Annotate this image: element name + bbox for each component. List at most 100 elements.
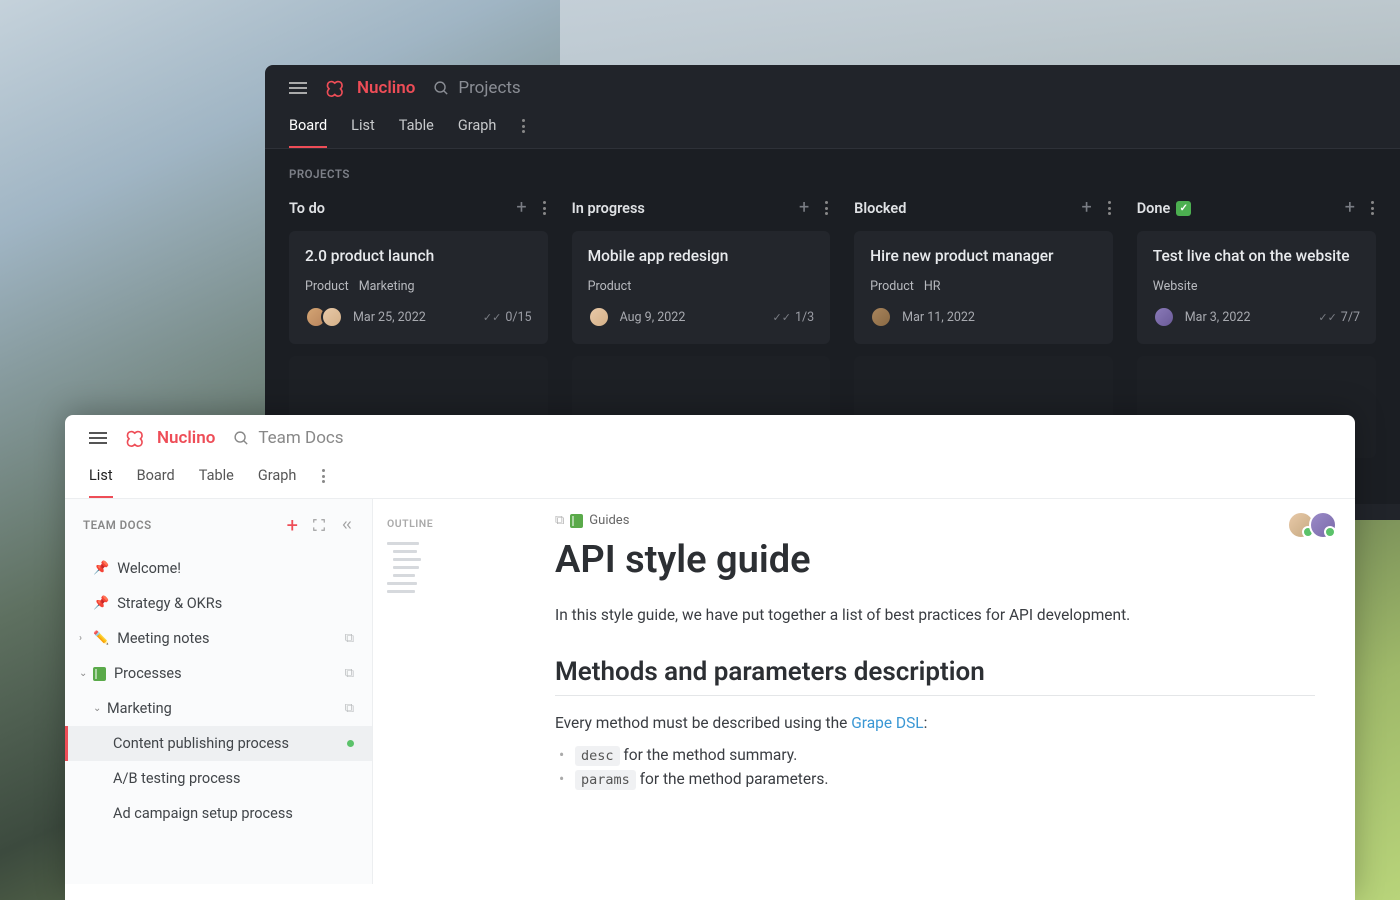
checklist-icon: ✓✓ — [773, 311, 791, 324]
column-title: Done✓ — [1137, 200, 1192, 217]
search-icon — [233, 430, 250, 447]
search-box[interactable]: Team Docs — [233, 428, 343, 448]
column-menu-icon[interactable] — [1106, 199, 1113, 217]
done-check-icon: ✓ — [1176, 201, 1191, 216]
avatar[interactable] — [1309, 511, 1337, 539]
outline-label: OUTLINE — [387, 517, 431, 530]
tab-list[interactable]: List — [351, 117, 375, 148]
menu-icon[interactable] — [289, 79, 307, 97]
inline-code: params — [575, 770, 636, 790]
doc-paragraph[interactable]: Every method must be described using the… — [555, 712, 1315, 735]
checklist-icon: ✓✓ — [483, 311, 501, 324]
light-header: Nuclino Team Docs — [65, 415, 1355, 455]
section-label: PROJECTS — [289, 167, 1376, 181]
presence-dot-icon — [347, 740, 354, 747]
copy-icon[interactable]: ⧉ — [345, 631, 354, 646]
sidebar-item-processes[interactable]: ⌄Processes⧉ — [65, 656, 372, 691]
brain-icon — [125, 427, 151, 449]
book-icon — [570, 514, 583, 528]
sidebar-item-ab-testing[interactable]: A/B testing process — [65, 761, 372, 796]
card[interactable]: Hire new product manager ProductHR Mar 1… — [854, 231, 1113, 344]
chevron-right-icon: › — [79, 633, 89, 644]
avatar — [1153, 306, 1175, 328]
dark-header: Nuclino Projects — [265, 65, 1400, 105]
view-tabs: List Board Table Graph — [65, 455, 1355, 499]
sidebar-item-marketing[interactable]: ⌄Marketing⧉ — [65, 691, 372, 726]
card-tag: Product — [870, 279, 914, 294]
avatar — [321, 306, 343, 328]
brand-name: Nuclino — [357, 78, 415, 98]
expand-icon[interactable] — [312, 518, 326, 532]
inline-code: desc — [575, 746, 620, 766]
tab-list[interactable]: List — [89, 467, 113, 498]
card[interactable]: Mobile app redesign Product Aug 9, 2022 … — [572, 231, 831, 344]
divider — [555, 695, 1315, 696]
copy-icon[interactable]: ⧉ — [345, 666, 354, 681]
column-menu-icon[interactable] — [1369, 199, 1376, 217]
sidebar-item-welcome[interactable]: 📌Welcome! — [65, 551, 372, 586]
card-date: Mar 3, 2022 — [1185, 310, 1251, 325]
sidebar: TEAM DOCS + 📌Welcome! 📌Strategy & OKRs ›… — [65, 499, 373, 884]
card[interactable]: Test live chat on the website Website Ma… — [1137, 231, 1376, 344]
card-title: Hire new product manager — [870, 247, 1097, 265]
sidebar-item-strategy[interactable]: 📌Strategy & OKRs — [65, 586, 372, 621]
search-icon — [433, 80, 450, 97]
add-card-button[interactable]: + — [799, 199, 809, 217]
tab-board[interactable]: Board — [137, 467, 175, 498]
card-tag: Marketing — [359, 279, 415, 294]
presence-avatars[interactable] — [1293, 511, 1337, 539]
outline-rail: OUTLINE — [373, 499, 445, 884]
list-item[interactable]: params for the method parameters. — [575, 770, 1315, 788]
doc-list[interactable]: desc for the method summary. params for … — [555, 746, 1315, 788]
breadcrumb[interactable]: ⧉Guides — [555, 513, 1315, 528]
add-card-button[interactable]: + — [516, 199, 526, 217]
app-logo[interactable]: Nuclino — [125, 427, 215, 449]
column-menu-icon[interactable] — [541, 199, 548, 217]
avatar — [588, 306, 610, 328]
checklist-count: ✓✓1/3 — [773, 310, 815, 325]
sidebar-item-ad-campaign[interactable]: Ad campaign setup process — [65, 796, 372, 831]
tab-more-icon[interactable] — [520, 117, 527, 148]
list-item[interactable]: desc for the method summary. — [575, 746, 1315, 764]
add-card-button[interactable]: + — [1082, 199, 1092, 217]
card-title: 2.0 product launch — [305, 247, 532, 265]
outline-minimap[interactable] — [387, 542, 431, 593]
chevron-down-icon: ⌄ — [93, 703, 103, 714]
collapse-icon[interactable] — [340, 518, 354, 532]
tab-more-icon[interactable] — [320, 467, 327, 498]
doc-title[interactable]: API style guide — [555, 538, 1315, 582]
card-title: Mobile app redesign — [588, 247, 815, 265]
tab-graph[interactable]: Graph — [258, 467, 297, 498]
tab-table[interactable]: Table — [199, 467, 234, 498]
search-placeholder: Projects — [458, 78, 520, 98]
doc-intro[interactable]: In this style guide, we have put togethe… — [555, 604, 1315, 627]
sidebar-item-meeting-notes[interactable]: ›✏️Meeting notes⧉ — [65, 621, 372, 656]
tab-board[interactable]: Board — [289, 117, 327, 148]
tab-graph[interactable]: Graph — [458, 117, 497, 148]
column-title: Blocked — [854, 200, 906, 217]
search-box[interactable]: Projects — [433, 78, 520, 98]
doc-heading[interactable]: Methods and parameters description — [555, 657, 1315, 687]
card-tag: Website — [1153, 279, 1198, 294]
card-title: Test live chat on the website — [1153, 247, 1360, 265]
pencil-icon: ✏️ — [93, 631, 109, 646]
copy-icon[interactable]: ⧉ — [345, 701, 354, 716]
add-item-button[interactable]: + — [287, 513, 298, 537]
card[interactable]: 2.0 product launch ProductMarketing Mar … — [289, 231, 548, 344]
sidebar-item-content-publishing[interactable]: Content publishing process — [65, 726, 372, 761]
doc-link[interactable]: Grape DSL — [851, 714, 923, 732]
card-date: Aug 9, 2022 — [620, 310, 686, 325]
brain-icon — [325, 77, 351, 99]
add-card-button[interactable]: + — [1345, 199, 1355, 217]
app-logo[interactable]: Nuclino — [325, 77, 415, 99]
avatar — [870, 306, 892, 328]
docs-window: Nuclino Team Docs List Board Table Graph… — [65, 415, 1355, 900]
content-area: OUTLINE ⧉Guides API style guide In this … — [373, 499, 1355, 884]
checklist-count: ✓✓0/15 — [483, 310, 532, 325]
card-date: Mar 25, 2022 — [353, 310, 426, 325]
sidebar-label: TEAM DOCS — [83, 518, 152, 532]
menu-icon[interactable] — [89, 429, 107, 447]
column-menu-icon[interactable] — [823, 199, 830, 217]
tab-table[interactable]: Table — [399, 117, 434, 148]
card-tag: Product — [588, 279, 632, 294]
